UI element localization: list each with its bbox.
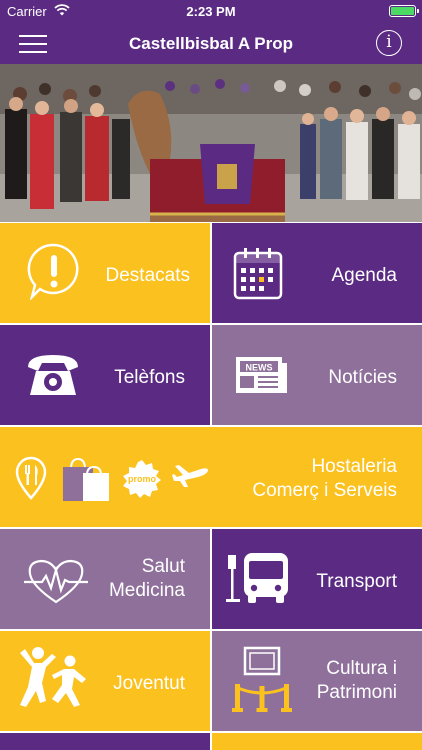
calendar-icon <box>233 248 283 300</box>
tile-cultura[interactable]: Cultura i Patrimoni <box>212 631 422 731</box>
tile-agenda[interactable]: Agenda <box>212 223 422 323</box>
tile-more-right[interactable] <box>212 733 422 750</box>
tile-label-transport: Transport <box>316 571 397 592</box>
tile-more-left[interactable] <box>0 733 210 750</box>
info-icon[interactable]: i <box>376 30 402 56</box>
app-title: Castellbisbal A Prop <box>128 34 294 53</box>
tile-hostaleria[interactable]: promo Hostaleria Comerç i Serveis <box>0 427 422 527</box>
promo-badge-text: promo <box>128 474 157 484</box>
tile-telefons[interactable]: Telèfons <box>0 325 210 425</box>
promo-icon: promo <box>123 460 161 498</box>
tile-noticies[interactable]: NEWS Notícies <box>212 325 422 425</box>
tile-label-salut: Salut Medicina <box>108 556 185 601</box>
shopping-bags-icon <box>63 457 109 501</box>
phone-icon <box>28 355 78 395</box>
alert-icon <box>27 243 79 300</box>
battery-icon <box>389 5 419 17</box>
tile-label-agenda: Agenda <box>331 265 397 286</box>
airplane-icon <box>172 465 208 487</box>
heart-pulse-icon <box>24 559 88 604</box>
nav-bar: Castellbisbal A Prop i <box>0 22 422 64</box>
dancers-icon <box>20 647 86 707</box>
tile-label-destacats: Destacats <box>105 265 190 286</box>
bus-stop-icon <box>226 553 288 603</box>
newspaper-icon: NEWS <box>236 357 287 393</box>
status-bar: Carrier 2:23 PM <box>0 0 422 22</box>
hero-photo <box>0 64 422 222</box>
clock: 2:23 PM <box>186 4 236 19</box>
tile-joventut[interactable]: Joventut <box>0 631 210 731</box>
tile-label-cultura: Cultura i Patrimoni <box>316 658 397 703</box>
tile-transport[interactable]: Transport <box>212 529 422 629</box>
tile-salut[interactable]: Salut Medicina <box>0 529 210 629</box>
tile-label-telefons: Telèfons <box>114 367 185 388</box>
tile-label-noticies: Notícies <box>328 367 397 388</box>
tile-destacats[interactable]: Destacats <box>0 223 210 323</box>
tile-label-joventut: Joventut <box>113 673 185 694</box>
museum-exhibit-icon <box>232 646 292 712</box>
tile-label-hostaleria: Hostaleria Comerç i Serveis <box>252 456 397 501</box>
news-badge-text: NEWS <box>246 363 273 373</box>
restaurant-pin-icon <box>15 456 47 500</box>
